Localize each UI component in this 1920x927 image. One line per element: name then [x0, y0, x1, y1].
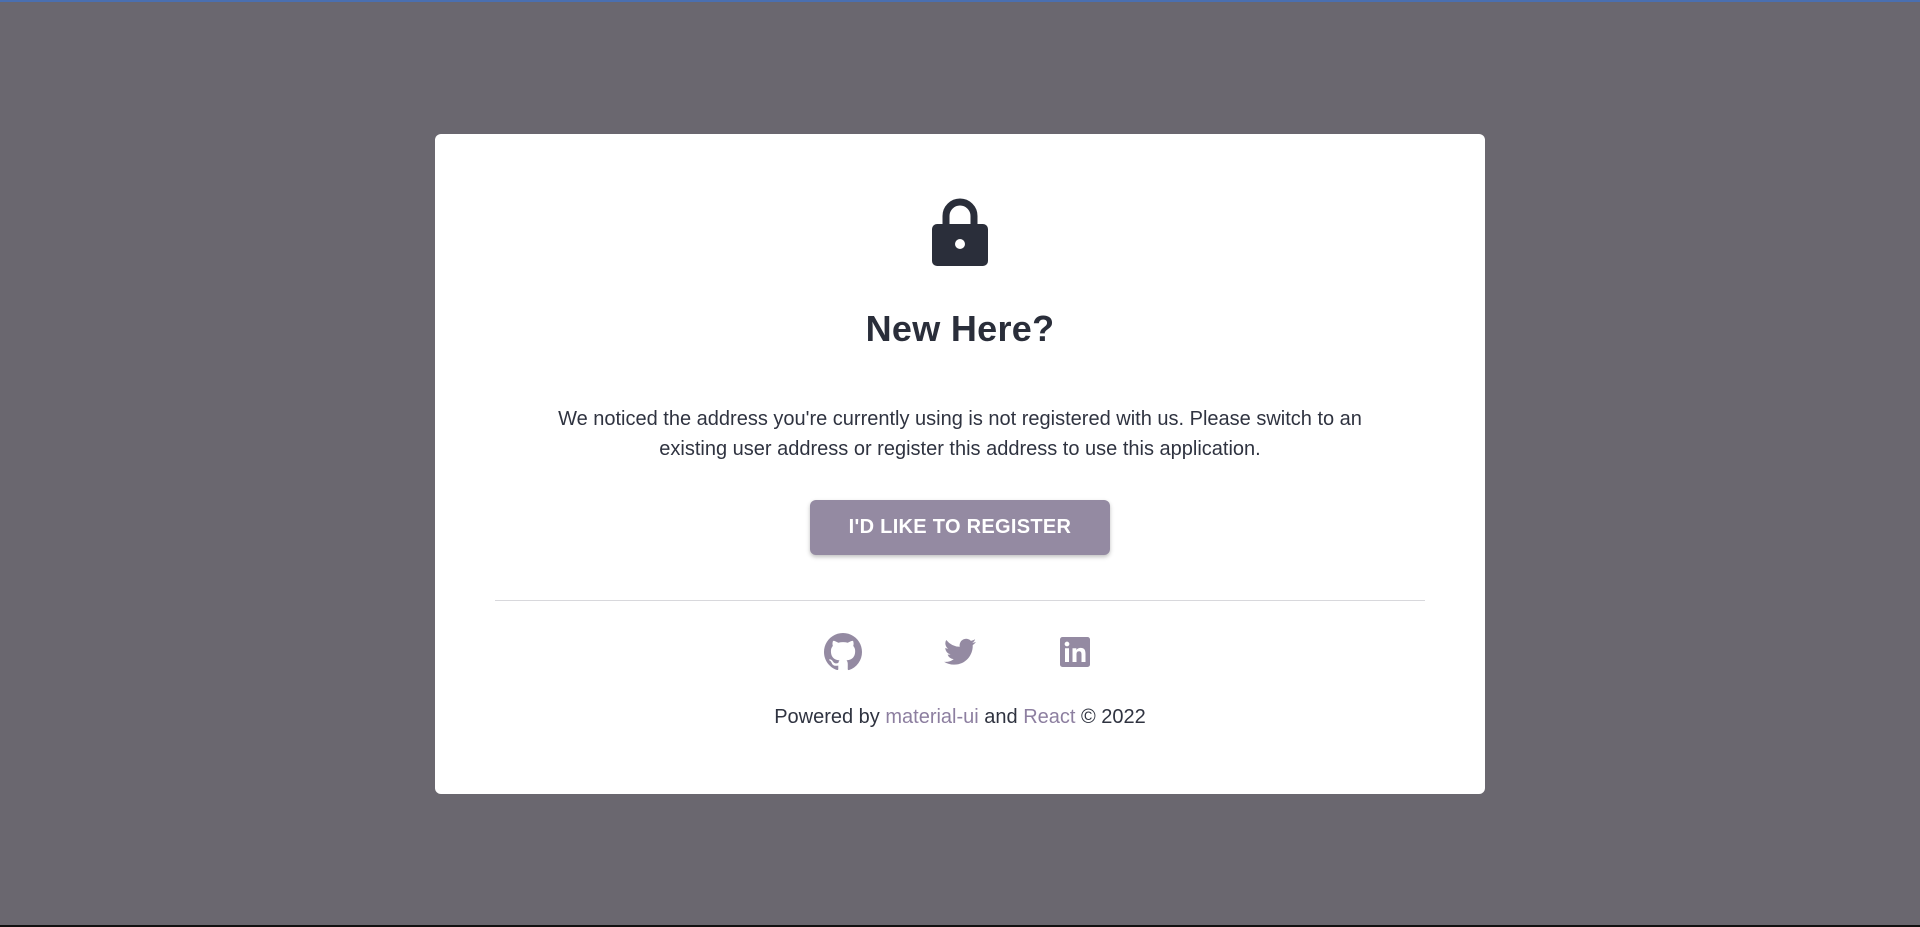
github-link[interactable]	[823, 632, 863, 672]
linkedin-icon	[1060, 637, 1090, 667]
material-ui-link[interactable]: material-ui	[885, 706, 978, 728]
page-title: New Here?	[865, 308, 1055, 349]
linkedin-link[interactable]	[1055, 632, 1095, 672]
twitter-link[interactable]	[940, 632, 980, 672]
unregistered-message: We noticed the address you're currently …	[558, 408, 1362, 460]
footer-copyright: © 2022	[1075, 706, 1146, 728]
register-button[interactable]: I'D LIKE TO REGISTER	[810, 500, 1110, 555]
social-links	[435, 632, 1485, 672]
lock-icon	[932, 198, 988, 266]
registration-card: New Here? We noticed the address you're …	[435, 134, 1485, 794]
footer-credits: Powered by material-ui and React © 2022	[435, 706, 1485, 729]
footer-powered-by: Powered by	[774, 706, 886, 728]
twitter-icon	[944, 638, 976, 665]
footer-and: and	[978, 706, 1024, 728]
react-link[interactable]: React	[1023, 706, 1075, 728]
divider	[495, 600, 1425, 601]
top-accent-bar	[0, 0, 1920, 2]
github-icon	[824, 633, 862, 671]
